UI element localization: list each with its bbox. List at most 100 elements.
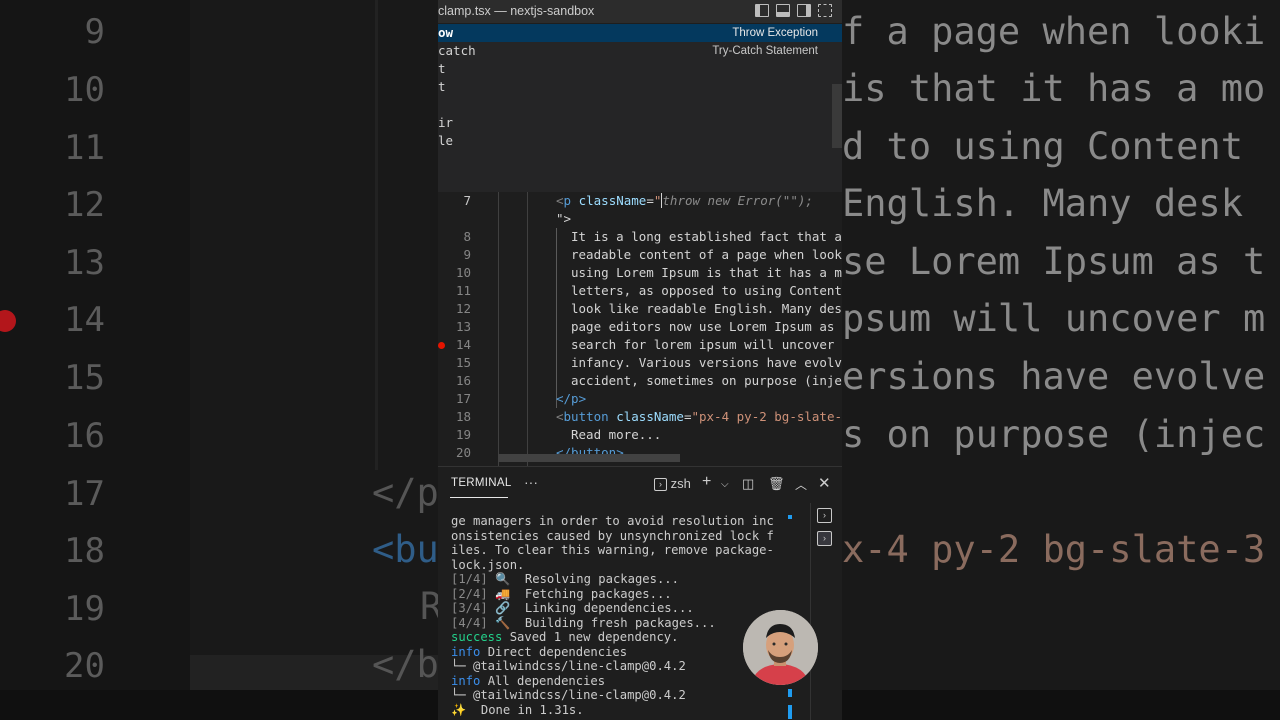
terminal-line: Done in 1.31s.: [466, 702, 584, 717]
shell-name: zsh: [670, 476, 691, 491]
ghost-text-suggestion[interactable]: hrow new Error("");: [670, 193, 813, 208]
suggestion-item[interactable]: catch Try-Catch Statement: [438, 42, 842, 60]
terminal-output[interactable]: ge managers in order to avoid resolution…: [451, 514, 781, 717]
background-line-number: 16: [64, 416, 105, 456]
suggestion-detail: Try-Catch Statement: [712, 45, 818, 57]
line-number: 17: [455, 391, 471, 406]
wrapped-text: ">: [556, 211, 572, 226]
code-line[interactable]: 16 accident, sometimes on purpose (injec: [438, 372, 842, 390]
sparkles-icon: ✨: [451, 702, 467, 717]
line-number: 9: [463, 247, 471, 262]
trash-icon[interactable]: 🗑: [768, 476, 785, 492]
line-number: 19: [455, 427, 471, 442]
suggestion-label: t: [438, 79, 446, 94]
tag-bracket: <: [556, 193, 564, 208]
line-number: 11: [455, 283, 471, 298]
closing-tag: </p>: [556, 391, 587, 406]
code-line-wrap[interactable]: ">: [438, 210, 842, 228]
panel-tabs: TERMINAL ··· › zsh + ⌵ ◫ 🗑 ︿ ✕: [438, 467, 842, 503]
code-text: accident, sometimes on purpose (injec: [571, 373, 842, 388]
attribute-name: className: [578, 193, 647, 208]
toggle-primary-sidebar-icon[interactable]: [755, 4, 769, 17]
window-title: clamp.tsx — nextjs-sandbox: [438, 4, 595, 18]
terminal-scroll-marker: [788, 689, 792, 697]
title-bar: clamp.tsx — nextjs-sandbox: [438, 0, 842, 23]
terminal-icon: ›: [654, 478, 667, 492]
split-terminal-icon[interactable]: ◫: [742, 476, 754, 492]
suggestion-item[interactable]: ir: [438, 114, 842, 132]
code-line[interactable]: 15 infancy. Various versions have evolve: [438, 354, 842, 372]
background-line-number: 11: [64, 128, 105, 168]
code-line[interactable]: 17 </p>: [438, 390, 842, 408]
suggestion-label: ir: [438, 115, 454, 130]
customize-layout-icon[interactable]: [818, 4, 832, 17]
background-code-left: </b: [372, 643, 439, 686]
code-text: search for lorem ipsum will uncover m: [571, 337, 842, 352]
code-line[interactable]: 19 Read more...: [438, 426, 842, 444]
info-keyword: info: [451, 673, 481, 688]
terminal-line: Resolving packages...: [510, 572, 679, 586]
toggle-panel-icon[interactable]: [776, 4, 790, 17]
code-line[interactable]: 12 look like readable English. Many desk: [438, 300, 842, 318]
suggestion-item[interactable]: le: [438, 132, 842, 150]
background-line-number: 18: [64, 531, 105, 571]
step-counter: [4/4]: [451, 615, 488, 630]
suggestion-item[interactable]: ow Throw Exception: [438, 24, 842, 42]
code-text: page editors now use Lorem Ipsum as t: [571, 319, 842, 334]
attribute-name: className: [616, 409, 684, 424]
layout-controls: [755, 4, 832, 17]
suggestion-item[interactable]: [438, 96, 842, 114]
terminal-shell-selector[interactable]: › zsh: [654, 476, 691, 492]
background-line-number: 17: [64, 474, 105, 514]
code-text: using Lorem Ipsum is that it has a mo: [571, 265, 842, 280]
code-line[interactable]: 14 search for lorem ipsum will uncover m: [438, 336, 842, 354]
tab-terminal[interactable]: TERMINAL: [451, 477, 512, 489]
code-editor[interactable]: 7 <p className="throw new Error(""); "> …: [438, 192, 842, 466]
new-terminal-icon[interactable]: +: [702, 473, 711, 491]
suggestion-item[interactable]: t: [438, 78, 842, 96]
terminal-line: └─ @tailwindcss/line-clamp@0.4.2: [451, 659, 686, 673]
suggestion-widget: ow Throw Exception catch Try-Catch State…: [438, 24, 842, 192]
toggle-secondary-sidebar-icon[interactable]: [797, 4, 811, 17]
terminal-line: Linking dependencies...: [510, 601, 694, 615]
presenter-webcam-avatar: [743, 610, 818, 685]
more-tabs-icon[interactable]: ···: [524, 474, 538, 490]
magnifier-icon: 🔍: [495, 572, 511, 586]
terminal-instance-icon[interactable]: ›: [817, 531, 832, 546]
line-number: 15: [455, 355, 471, 370]
success-keyword: success: [451, 630, 503, 644]
code-line[interactable]: 10 using Lorem Ipsum is that it has a mo: [438, 264, 842, 282]
suggestion-label: le: [438, 133, 454, 148]
background-code-left: </p: [372, 471, 439, 514]
terminal-line: All dependencies: [480, 673, 606, 688]
background-code-line: se Lorem Ipsum as t: [842, 240, 1266, 283]
line-number: 7: [463, 193, 471, 208]
background-code-line: s on purpose (injec: [842, 413, 1266, 456]
maximize-panel-icon[interactable]: ︿: [795, 476, 807, 493]
code-text: readable content of a page when looki: [571, 247, 842, 262]
terminal-list: › ›: [810, 503, 842, 720]
horizontal-scrollbar[interactable]: [498, 454, 680, 462]
code-line[interactable]: 13 page editors now use Lorem Ipsum as t: [438, 318, 842, 336]
code-line[interactable]: 9 readable content of a page when looki: [438, 246, 842, 264]
code-line[interactable]: 18 <button className="px-4 py-2 bg-slate…: [438, 408, 842, 426]
suggestion-item[interactable]: t: [438, 60, 842, 78]
background-line-number: 12: [64, 185, 105, 225]
code-text: infancy. Various versions have evolve: [571, 355, 842, 370]
code-line[interactable]: 8 It is a long established fact that a: [438, 228, 842, 246]
terminal-instance-icon[interactable]: ›: [817, 508, 832, 523]
step-counter: [2/4]: [451, 586, 488, 601]
truck-icon: 🚚: [495, 586, 511, 601]
background-line-number: 9: [84, 12, 105, 52]
link-icon: 🔗: [495, 601, 511, 615]
code-line[interactable]: 11 letters, as opposed to using Content: [438, 282, 842, 300]
code-text: look like readable English. Many desk: [571, 301, 842, 316]
close-icon[interactable]: ✕: [818, 474, 831, 492]
background-line-number: 15: [64, 358, 105, 398]
code-line[interactable]: 7 <p className="throw new Error("");: [438, 192, 842, 210]
line-number: 16: [455, 373, 471, 388]
chevron-down-icon[interactable]: ⌵: [721, 479, 729, 490]
suggestion-scrollbar[interactable]: [832, 84, 842, 148]
background-code-line: x-4 py-2 bg-slate-3: [842, 528, 1266, 571]
background-line-number: 19: [64, 589, 105, 629]
